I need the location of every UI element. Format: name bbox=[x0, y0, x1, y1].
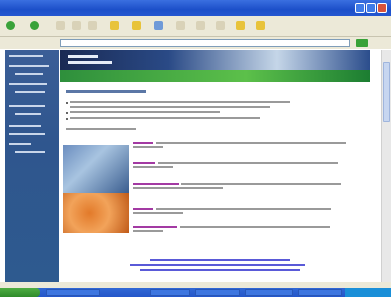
taskbar-item[interactable] bbox=[46, 289, 100, 296]
maximize-button[interactable] bbox=[366, 3, 376, 13]
page-content bbox=[0, 50, 391, 285]
start-button[interactable] bbox=[0, 288, 40, 297]
banner-green-band bbox=[60, 70, 370, 82]
home-icon[interactable] bbox=[88, 21, 97, 30]
window-title bbox=[6, 4, 206, 12]
sidebar-item[interactable] bbox=[9, 142, 57, 150]
section-desc bbox=[156, 208, 331, 210]
sidebar-item[interactable] bbox=[9, 54, 57, 62]
bullet bbox=[66, 112, 68, 114]
title-bar[interactable] bbox=[0, 0, 391, 16]
section-desc bbox=[133, 212, 183, 214]
section-title[interactable] bbox=[133, 183, 179, 185]
section-title[interactable] bbox=[133, 162, 155, 164]
back-icon[interactable] bbox=[6, 21, 15, 30]
section-desc bbox=[158, 162, 338, 164]
section-title[interactable] bbox=[133, 208, 153, 210]
print-icon[interactable] bbox=[196, 21, 205, 30]
taskbar-item[interactable] bbox=[245, 289, 293, 296]
intro-title-mark bbox=[66, 90, 146, 93]
feature-photo-bottom bbox=[63, 193, 129, 233]
section-desc bbox=[133, 146, 163, 148]
address-bar bbox=[0, 37, 391, 49]
scrollbar-thumb[interactable] bbox=[383, 62, 390, 122]
footer-link[interactable] bbox=[150, 259, 290, 261]
sidebar-item[interactable] bbox=[9, 150, 57, 158]
taskbar-item[interactable] bbox=[195, 289, 240, 296]
close-button[interactable] bbox=[377, 3, 387, 13]
favorites-icon[interactable] bbox=[132, 21, 141, 30]
system-tray bbox=[345, 288, 391, 297]
feature-photo-top bbox=[63, 145, 129, 193]
section-desc bbox=[133, 230, 163, 232]
banner-logo-mark bbox=[68, 61, 112, 64]
history-icon[interactable] bbox=[154, 21, 163, 30]
folder-icon[interactable] bbox=[256, 21, 265, 30]
footer-link[interactable] bbox=[130, 264, 305, 266]
sidebar-item[interactable] bbox=[9, 124, 57, 132]
section-desc bbox=[156, 142, 346, 144]
sidebar-item[interactable] bbox=[9, 64, 57, 72]
intro-line bbox=[70, 117, 260, 119]
section-desc bbox=[181, 183, 341, 185]
stop-icon[interactable] bbox=[56, 21, 65, 30]
bullet bbox=[66, 102, 68, 104]
footer-link[interactable] bbox=[140, 269, 300, 271]
refresh-icon[interactable] bbox=[72, 21, 81, 30]
sidebar-item[interactable] bbox=[9, 104, 57, 112]
mail-icon[interactable] bbox=[176, 21, 185, 30]
taskbar-item[interactable] bbox=[298, 289, 342, 296]
intro-line bbox=[70, 111, 220, 113]
intro-line bbox=[70, 106, 270, 108]
intro-line bbox=[66, 128, 136, 130]
messenger-icon[interactable] bbox=[236, 21, 245, 30]
sidebar bbox=[5, 50, 59, 285]
toolbar bbox=[0, 16, 391, 37]
address-input[interactable] bbox=[60, 39, 350, 47]
intro-line bbox=[70, 101, 290, 103]
vertical-scrollbar[interactable] bbox=[381, 50, 391, 285]
forward-icon[interactable] bbox=[30, 21, 39, 30]
minimize-button[interactable] bbox=[355, 3, 365, 13]
sidebar-item[interactable] bbox=[9, 82, 57, 90]
sidebar-item[interactable] bbox=[9, 90, 57, 98]
search-icon[interactable] bbox=[110, 21, 119, 30]
browser-window bbox=[0, 0, 391, 297]
taskbar-item[interactable] bbox=[150, 289, 190, 296]
sidebar-item[interactable] bbox=[9, 72, 57, 80]
sidebar-item[interactable] bbox=[9, 132, 57, 140]
section-title[interactable] bbox=[133, 226, 177, 228]
section-desc bbox=[180, 226, 330, 228]
section-desc bbox=[133, 187, 223, 189]
taskbar bbox=[0, 288, 391, 297]
section-desc bbox=[133, 166, 173, 168]
bullet bbox=[66, 118, 68, 120]
go-button[interactable] bbox=[356, 39, 368, 47]
section-title[interactable] bbox=[133, 142, 153, 144]
edit-icon[interactable] bbox=[216, 21, 225, 30]
banner-logo-mark bbox=[68, 55, 98, 58]
sidebar-item[interactable] bbox=[9, 112, 57, 120]
